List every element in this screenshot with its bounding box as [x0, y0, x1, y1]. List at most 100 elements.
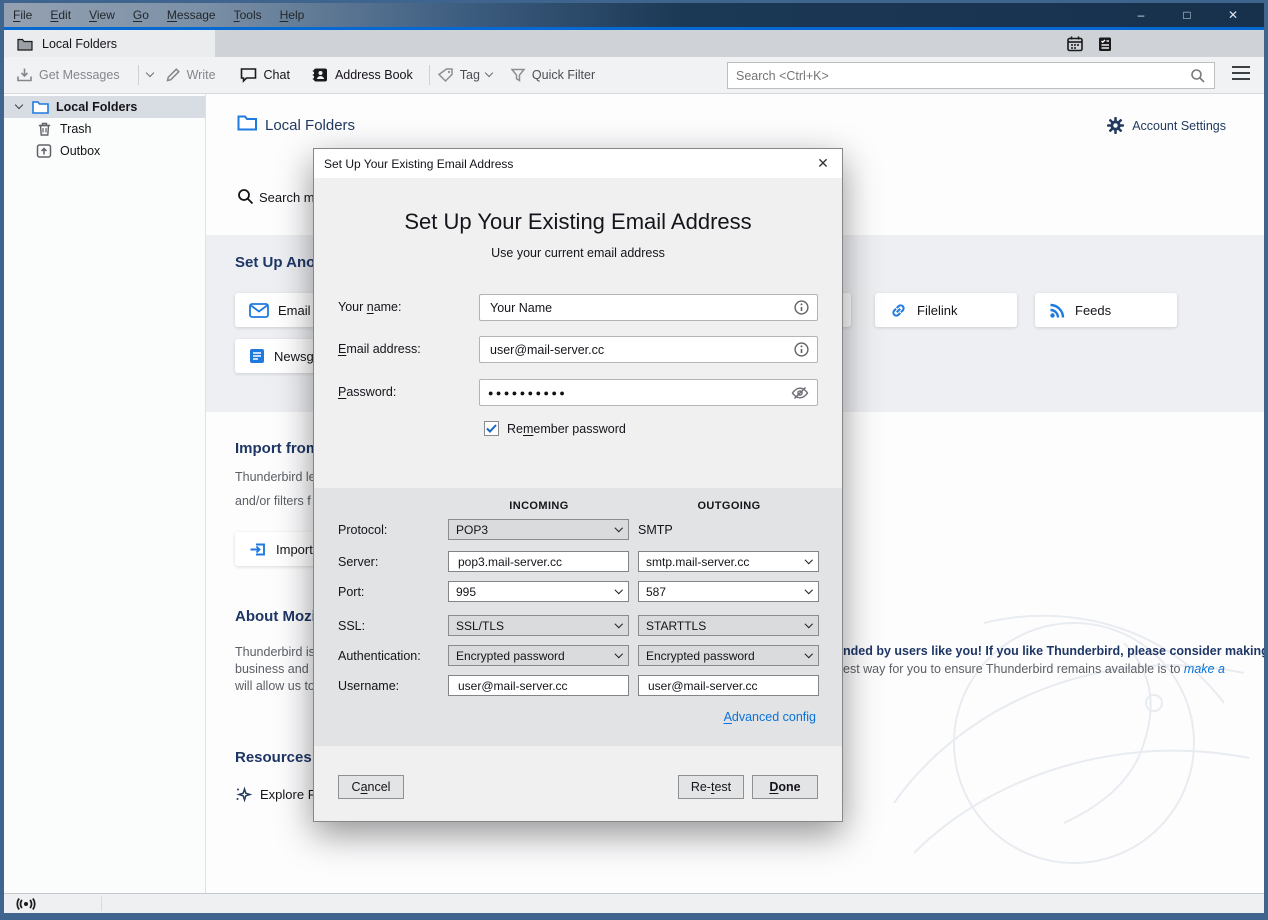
dialog-close-icon[interactable]: ✕ [814, 155, 832, 172]
email-icon [249, 303, 269, 318]
chevron-down-icon [614, 650, 622, 658]
tab-local-folders[interactable]: Local Folders [4, 30, 215, 57]
import-text-line2: and/or filters f [235, 494, 311, 508]
get-messages-dropdown-icon[interactable] [145, 69, 153, 77]
status-bar [4, 893, 1264, 913]
explore-features-link[interactable]: Explore Fe [235, 786, 323, 803]
remember-password-checkbox[interactable] [484, 421, 499, 436]
incoming-username-field[interactable] [448, 675, 629, 696]
ssl-label: SSL: [338, 619, 365, 633]
import-section-heading: Import from [235, 440, 319, 457]
close-button[interactable]: ✕ [1210, 3, 1256, 27]
chevron-down-icon [804, 556, 812, 564]
incoming-protocol-select[interactable]: POP3 [448, 519, 629, 540]
outgoing-auth-select[interactable]: Encrypted password [638, 645, 819, 666]
incoming-ssl-select[interactable]: SSL/TLS [448, 615, 629, 636]
chevron-down-icon [804, 586, 812, 594]
outgoing-username-input[interactable] [646, 678, 811, 694]
address-book-button[interactable]: Address Book [312, 67, 413, 83]
remember-password-label[interactable]: Remember password [507, 422, 626, 436]
chat-button[interactable]: Chat [240, 67, 290, 83]
expander-icon[interactable] [15, 101, 23, 109]
sidebar-item-trash[interactable]: Trash [4, 118, 205, 140]
tag-dropdown-icon [485, 69, 493, 77]
sidebar-item-outbox[interactable]: Outbox [4, 140, 205, 162]
get-messages-button[interactable]: Get Messages [16, 67, 120, 83]
about-text-line2: business and p [235, 662, 319, 676]
thunderbird-watermark [824, 583, 1254, 893]
menu-edit[interactable]: Edit [41, 5, 80, 25]
sidebar-item-label: Local Folders [56, 100, 137, 114]
folder-icon [237, 114, 258, 132]
sidebar-item-label: Outbox [60, 144, 100, 158]
menu-file[interactable]: File [4, 5, 41, 25]
maximize-button[interactable]: □ [1164, 3, 1210, 27]
info-icon[interactable] [794, 342, 809, 357]
incoming-auth-select[interactable]: Encrypted password [448, 645, 629, 666]
outgoing-server-combo[interactable]: smtp.mail-server.cc [638, 551, 819, 572]
info-icon[interactable] [794, 300, 809, 315]
offline-indicator-icon[interactable] [15, 897, 37, 911]
about-right-line1: nded by users like you! If you like Thun… [843, 644, 1264, 658]
sidebar-item-local-folders[interactable]: Local Folders [4, 96, 205, 118]
name-field[interactable] [488, 300, 794, 316]
email-field[interactable] [488, 342, 794, 358]
tab-strip: Local Folders [4, 30, 1264, 57]
search-input[interactable] [728, 69, 1190, 83]
dialog-heading: Set Up Your Existing Email Address [314, 209, 842, 235]
password-field[interactable]: ●●●●●●●●●● [488, 388, 791, 398]
write-button[interactable]: Write [165, 67, 216, 83]
sparkle-icon [235, 786, 252, 803]
menu-help[interactable]: Help [271, 5, 314, 25]
search-icon[interactable] [1190, 68, 1206, 84]
incoming-port-combo[interactable]: 995 [448, 581, 629, 602]
retest-button[interactable]: Re-test [678, 775, 744, 799]
menu-message[interactable]: Message [158, 5, 225, 25]
calendar-icon[interactable] [1066, 35, 1084, 53]
port-label: Port: [338, 585, 364, 599]
check-icon [486, 424, 497, 433]
chevron-down-icon [804, 650, 812, 658]
account-setup-dialog: Set Up Your Existing Email Address ✕ Set… [313, 148, 843, 822]
tab-label: Local Folders [42, 37, 117, 51]
outbox-icon [36, 143, 52, 159]
trash-icon [37, 121, 52, 137]
incoming-server-field[interactable] [448, 551, 629, 572]
advanced-config-link[interactable]: Advanced config [724, 710, 816, 724]
about-text-line1: Thunderbird is [235, 645, 315, 659]
dialog-subheading: Use your current email address [314, 246, 842, 260]
outgoing-ssl-select[interactable]: STARTTLS [638, 615, 819, 636]
chat-icon [240, 67, 258, 83]
manual-config-section: INCOMING OUTGOING Protocol: POP3 SMTP Se… [314, 488, 842, 746]
donation-link[interactable]: make a [1184, 662, 1225, 676]
gear-icon [1107, 117, 1124, 134]
cancel-button[interactable]: Cancel [338, 775, 404, 799]
name-label: Your name: [338, 300, 401, 314]
minimize-button[interactable]: – [1118, 3, 1164, 27]
eye-slash-icon[interactable] [791, 386, 809, 400]
menu-tools[interactable]: Tools [225, 5, 271, 25]
quick-filter-button[interactable]: Quick Filter [510, 67, 595, 83]
tasks-icon[interactable] [1096, 35, 1114, 53]
outgoing-port-combo[interactable]: 587 [638, 581, 819, 602]
global-search[interactable] [727, 62, 1215, 89]
menu-view[interactable]: View [80, 5, 124, 25]
address-book-icon [312, 67, 329, 83]
folder-icon [17, 37, 33, 51]
app-menu-icon[interactable] [1232, 66, 1250, 80]
page-title: Local Folders [265, 117, 355, 134]
folder-pane: Local Folders Trash Outbox [4, 94, 206, 893]
incoming-username-input[interactable] [456, 678, 621, 694]
tag-button[interactable]: Tag [438, 67, 492, 83]
incoming-server-input[interactable] [456, 554, 621, 570]
chevron-down-icon [614, 524, 622, 532]
account-settings-link[interactable]: Account Settings [1107, 117, 1226, 134]
filelink-setup-button[interactable]: Filelink [875, 293, 1017, 327]
outgoing-username-field[interactable] [638, 675, 819, 696]
done-button[interactable]: Done [752, 775, 818, 799]
tag-icon [438, 67, 454, 83]
chevron-down-icon [614, 620, 622, 628]
feeds-setup-button[interactable]: Feeds [1035, 293, 1177, 327]
get-messages-icon [16, 67, 33, 83]
menu-go[interactable]: Go [124, 5, 158, 25]
